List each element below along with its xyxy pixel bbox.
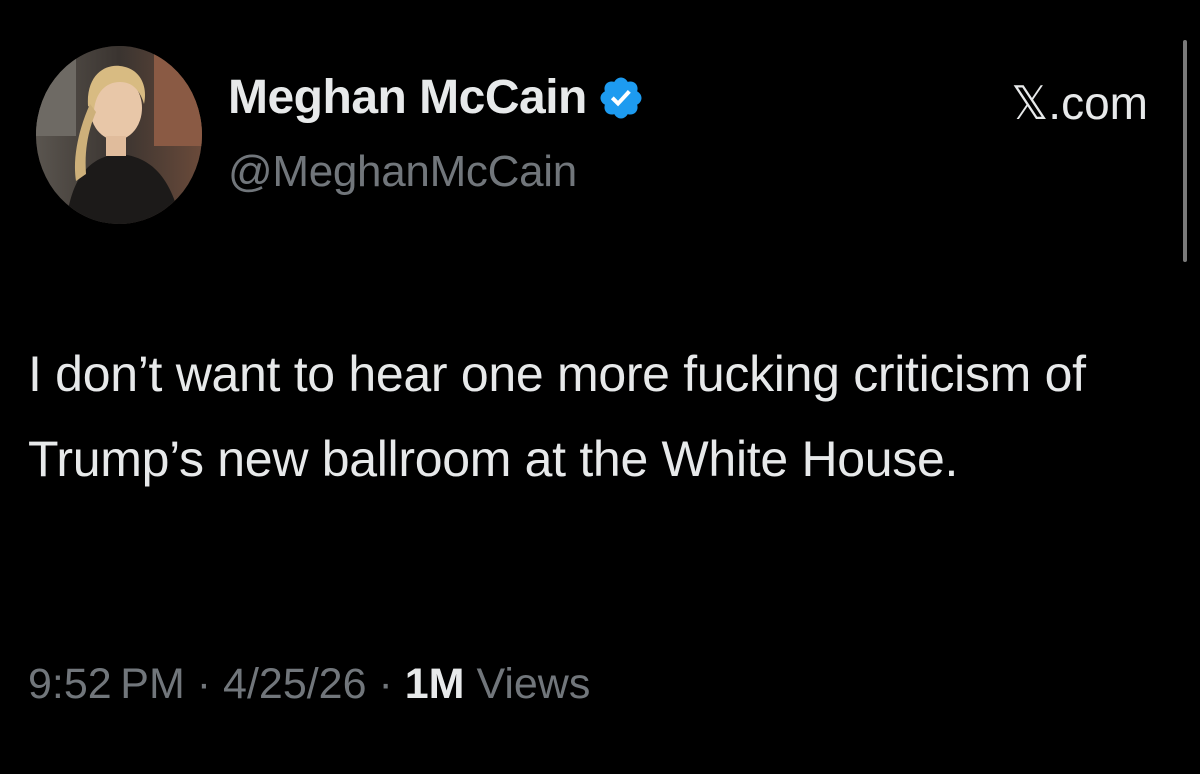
views-label: Views	[476, 660, 591, 708]
tweet-date[interactable]: 4/25/26	[223, 660, 366, 708]
meta-separator: ·	[196, 660, 212, 708]
tweet-card: Meghan McCain @MeghanMcCain 𝕏.com I don’…	[0, 0, 1200, 774]
avatar[interactable]	[36, 46, 202, 224]
views-count: 1M	[404, 660, 465, 708]
meta-separator: ·	[378, 660, 393, 708]
source-label: 𝕏.com	[1011, 77, 1148, 129]
scrollbar[interactable]	[1183, 40, 1187, 262]
author-display-name-row[interactable]: Meghan McCain	[228, 70, 645, 125]
tweet-time[interactable]: 9:52 PM	[28, 660, 185, 708]
tweet-text: I don’t want to hear one more fucking cr…	[28, 346, 1086, 487]
tweet-meta: 9:52 PM · 4/25/26 · 1M Views	[28, 660, 590, 709]
verified-badge-icon	[597, 74, 645, 122]
author-handle[interactable]: @MeghanMcCain	[228, 147, 577, 197]
author-display-name[interactable]: Meghan McCain	[228, 70, 587, 125]
